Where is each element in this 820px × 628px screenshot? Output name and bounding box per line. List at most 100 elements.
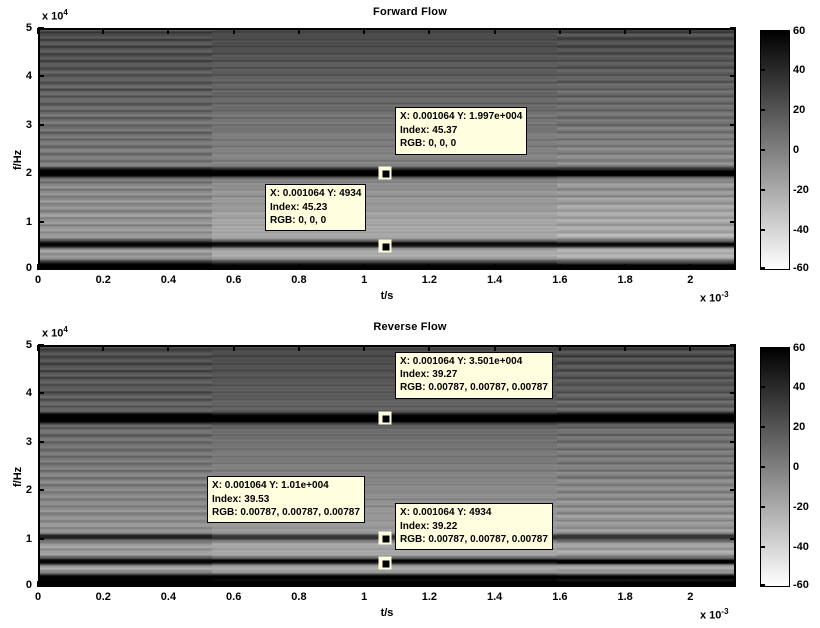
data-cursor-tooltip[interactable]: X: 0.001064 Y: 1.997e+004 Index: 45.37 RGB… xyxy=(395,107,528,155)
data-cursor-tooltip[interactable]: X: 0.001064 Y: 3.501e+004 Index: 39.27 RGB… xyxy=(395,351,553,399)
y-axis-tick-label: 4 xyxy=(25,387,32,400)
x-axis-tick xyxy=(102,581,105,587)
x-exponent-mantissa: x 10 xyxy=(700,609,722,622)
y-exponent-power: 4 xyxy=(63,8,68,17)
y-axis-tick xyxy=(38,537,44,540)
data-cursor-tooltip[interactable]: X: 0.001064 Y: 1.01e+004 Index: 39.53 RGB:… xyxy=(207,476,365,524)
tooltip-index-line: Index: 39.53 xyxy=(212,493,270,505)
y-axis-tick-right xyxy=(730,489,736,492)
x-axis-tick-top xyxy=(167,345,170,351)
x-axis-tick-top xyxy=(297,28,300,34)
data-cursor-marker[interactable] xyxy=(378,411,392,425)
panel-forward-flow: Forward Flow x 104 f/Hz t/s x 10-3 0 0.2 0… xyxy=(0,0,820,314)
axes-reverse-flow[interactable] xyxy=(38,345,736,587)
y-axis-tick xyxy=(38,344,44,346)
colorbar-tick-label: 40 xyxy=(793,381,806,393)
x-axis-tick-label: 0 xyxy=(34,274,42,286)
y-exponent-mantissa: x 10 xyxy=(42,10,64,23)
x-axis-tick xyxy=(297,581,300,587)
spectrogram-time-segment xyxy=(557,347,734,585)
x-axis-tick xyxy=(232,581,235,587)
x-axis-tick-top xyxy=(493,28,496,34)
x-axis-tick xyxy=(689,581,692,587)
tooltip-index-line: Index: 45.37 xyxy=(400,124,458,136)
colorbar-tick xyxy=(760,229,765,231)
x-exponent-power: -3 xyxy=(721,607,729,616)
colorbar-tick xyxy=(760,546,765,548)
x-axis-tick-label: 2 xyxy=(687,274,694,286)
x-axis-tick-label: 2 xyxy=(687,591,694,603)
y-axis-tick-right xyxy=(730,440,736,443)
x-axis-tick-top xyxy=(232,28,235,34)
y-axis-tick-label: 2 xyxy=(25,484,32,497)
tooltip-index-line: Index: 39.27 xyxy=(400,368,458,380)
y-axis-tick xyxy=(38,440,44,443)
y-axis-tick-right xyxy=(730,75,736,78)
x-axis-tick-label: 0.6 xyxy=(226,274,242,286)
x-axis-tick-top xyxy=(624,345,627,351)
y-axis-tick xyxy=(38,392,44,395)
y-axis-tick xyxy=(38,220,44,223)
y-axis-tick-label: 1 xyxy=(25,215,32,228)
spectrogram-time-segment xyxy=(40,30,213,268)
y-axis-tick-right xyxy=(730,27,736,29)
x-axis-tick-label: 1.6 xyxy=(552,274,568,286)
colorbar-tick xyxy=(760,466,765,468)
spectrogram-time-segment xyxy=(557,30,734,268)
x-axis-tick xyxy=(558,581,561,587)
colorbar-tick xyxy=(760,149,765,151)
x-exponent-power: -3 xyxy=(721,290,729,299)
colorbar-tick-label: 40 xyxy=(793,64,806,76)
x-axis-tick-label: 0.6 xyxy=(226,591,242,603)
tooltip-rgb-line: RGB: 0, 0, 0 xyxy=(270,214,327,226)
spectrogram-segment xyxy=(40,30,213,268)
colorbar-tick xyxy=(760,267,765,269)
colorbar-tick-label: -40 xyxy=(793,541,809,553)
x-axis-tick xyxy=(428,581,431,587)
x-axis-tick-top xyxy=(624,28,627,34)
tooltip-xy-line: X: 0.001064 Y: 4934 xyxy=(400,507,492,519)
y-axis-tick-label: 1 xyxy=(25,532,32,545)
chart-title-forward: Forward Flow xyxy=(373,6,447,18)
data-cursor-marker[interactable] xyxy=(378,531,392,545)
x-axis-tick xyxy=(493,581,496,587)
x-axis-tick-label: 1.2 xyxy=(421,591,438,603)
data-cursor-tooltip[interactable]: X: 0.001064 Y: 4934 Index: 45.23 RGB: 0, 0… xyxy=(265,184,367,232)
data-cursor-marker[interactable] xyxy=(378,239,392,253)
tooltip-xy-line: X: 0.001064 Y: 4934 xyxy=(270,188,362,200)
y-axis-tick-label: 0 xyxy=(25,579,32,591)
spectrogram-image-forward xyxy=(40,30,734,268)
axes-forward-flow[interactable] xyxy=(38,28,736,270)
tooltip-rgb-line: RGB: 0.00787, 0.00787, 0.00787 xyxy=(212,506,360,518)
y-axis-exponent-reverse: x 104 xyxy=(42,325,68,340)
y-axis-tick-right xyxy=(730,537,736,540)
x-axis-tick-top xyxy=(428,28,431,34)
x-axis-tick xyxy=(167,264,170,270)
colorbar-tick xyxy=(760,506,765,508)
x-axis-tick xyxy=(624,264,627,270)
y-axis-tick-right xyxy=(730,220,736,223)
y-exponent-power: 4 xyxy=(63,325,68,334)
x-axis-tick-top xyxy=(689,345,692,351)
y-axis-tick-label: 2 xyxy=(25,167,32,180)
data-cursor-marker[interactable] xyxy=(378,166,392,180)
x-exponent-mantissa: x 10 xyxy=(700,292,722,305)
spectrogram-segment xyxy=(40,347,213,585)
x-axis-tick-top xyxy=(363,345,366,351)
x-axis-tick-top xyxy=(297,345,300,351)
data-cursor-marker[interactable] xyxy=(378,556,392,570)
spectrogram-segment xyxy=(557,347,734,585)
spectrogram-segment xyxy=(557,30,734,268)
y-axis-tick xyxy=(38,489,44,492)
x-axis-tick-label: 0.8 xyxy=(291,274,307,286)
x-axis-tick-top xyxy=(689,28,692,34)
x-axis-tick-top xyxy=(167,28,170,34)
colorbar-tick-label: 60 xyxy=(793,342,806,354)
data-cursor-tooltip[interactable]: X: 0.001064 Y: 4934 Index: 39.22 RGB: 0.00… xyxy=(395,503,553,551)
matlab-figure: Forward Flow x 104 f/Hz t/s x 10-3 0 0.2 0… xyxy=(0,0,820,628)
x-axis-tick-label: 1 xyxy=(361,591,368,603)
y-axis-tick-label: 5 xyxy=(25,339,32,351)
y-axis-tick-label: 3 xyxy=(25,118,32,131)
y-axis-tick-label: 3 xyxy=(25,435,32,448)
y-exponent-mantissa: x 10 xyxy=(42,327,64,340)
